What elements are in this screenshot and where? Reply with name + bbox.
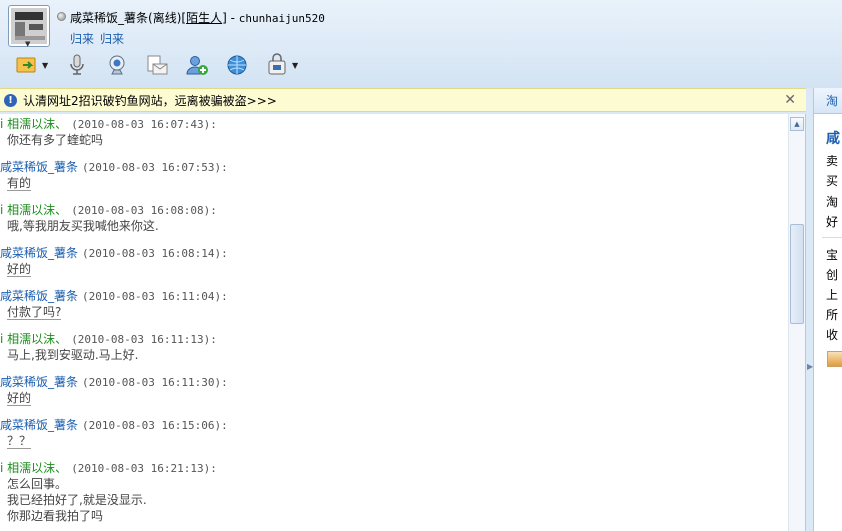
message-sender-prefix: ⅰ bbox=[0, 203, 4, 217]
offline-status-icon bbox=[57, 12, 66, 21]
message-text: 付款了吗? bbox=[7, 305, 62, 320]
side-panel-title: 咸 bbox=[826, 131, 840, 147]
email-icon bbox=[147, 55, 168, 75]
send-file-dropdown-icon[interactable]: ▼ bbox=[42, 61, 52, 70]
message-time: (2010-08-03 16:08:08): bbox=[71, 204, 217, 217]
side-info-line: 卖 bbox=[826, 154, 839, 168]
message-sender[interactable]: 相濡以沫、 bbox=[7, 332, 67, 346]
video-button[interactable] bbox=[104, 52, 130, 78]
message-sender[interactable]: 相濡以沫、 bbox=[7, 461, 67, 475]
side-info-line: 创 bbox=[826, 268, 839, 282]
panel-splitter[interactable]: ▶ bbox=[806, 114, 813, 531]
signature-link-1[interactable]: 归来 bbox=[70, 32, 94, 46]
message: ⅰ 相濡以沫、 (2010-08-03 16:08:08): 哦,等我朋友买我喊他… bbox=[0, 202, 780, 234]
contact-status: (离线) bbox=[148, 11, 182, 25]
message: ⅰ 相濡以沫、 (2010-08-03 16:07:43): 你还有多了蝰蛇吗 bbox=[0, 116, 780, 148]
warning-link[interactable]: 认清网址2招识破钓鱼网站，远离被骗被盗>>> bbox=[23, 92, 277, 109]
side-divider bbox=[822, 237, 842, 238]
scrollbar-thumb[interactable] bbox=[790, 224, 804, 324]
message-time: (2010-08-03 16:08:14): bbox=[82, 247, 228, 260]
scroll-up-arrow-icon[interactable]: ▲ bbox=[790, 117, 804, 131]
chat-history[interactable]: ⅰ 相濡以沫、 (2010-08-03 16:07:43): 你还有多了蝰蛇吗 咸… bbox=[0, 114, 806, 531]
message: 咸菜稀饭_薯条 (2010-08-03 16:11:30): 好的 bbox=[0, 374, 780, 406]
message-text: 我已经拍好了,就是没显示. bbox=[7, 493, 147, 507]
add-contact-icon bbox=[186, 56, 208, 75]
chat-scrollbar[interactable]: ▲ bbox=[788, 114, 805, 531]
message: 咸菜稀饭_薯条 (2010-08-03 16:15:06): ？？ bbox=[0, 417, 780, 449]
browser-button[interactable] bbox=[224, 52, 250, 78]
message: ⅰ 相濡以沫、 (2010-08-03 16:21:13): 怎么回事。 我已经拍… bbox=[0, 460, 780, 524]
signature-link-2[interactable]: 归来 bbox=[100, 32, 124, 46]
message-sender[interactable]: 相濡以沫、 bbox=[7, 203, 67, 217]
chat-header: ▼ 咸菜稀饭_薯条(离线)[陌生人] - chunhaijun520 归来 归来 … bbox=[0, 0, 842, 88]
stranger-link[interactable]: 陌生人 bbox=[186, 11, 222, 25]
message-time: (2010-08-03 16:15:06): bbox=[82, 419, 228, 432]
avatar-dropdown-icon[interactable]: ▼ bbox=[25, 40, 30, 48]
side-info-line: 买 bbox=[826, 174, 839, 188]
message-text: 怎么回事。 bbox=[7, 477, 68, 491]
message: 咸菜稀饭_薯条 (2010-08-03 16:07:53): 有的 bbox=[0, 159, 780, 191]
message-text: 马上,我到安驱动.马上好. bbox=[7, 348, 139, 362]
side-info-line: 淘 bbox=[826, 195, 839, 209]
message-sender-prefix: ⅰ bbox=[0, 461, 4, 475]
message-sender[interactable]: 咸菜稀饭_薯条 bbox=[0, 160, 78, 174]
info-icon: ! bbox=[4, 93, 17, 107]
message-sender[interactable]: 相濡以沫、 bbox=[7, 117, 67, 131]
message-time: (2010-08-03 16:11:30): bbox=[82, 376, 228, 389]
message-text: 你那边看我拍了吗 bbox=[7, 509, 104, 523]
send-file-icon bbox=[16, 57, 36, 73]
message-time: (2010-08-03 16:07:53): bbox=[82, 161, 228, 174]
security-warning-bar: ! 认清网址2招识破钓鱼网站，远离被骗被盗>>> ✕ bbox=[0, 88, 806, 112]
signature-links: 归来 归来 bbox=[70, 30, 130, 47]
side-info-line: 宝 bbox=[826, 248, 839, 262]
message-time: (2010-08-03 16:07:43): bbox=[71, 118, 217, 131]
title-separator: - bbox=[226, 11, 239, 25]
side-info-line: 好 bbox=[826, 215, 839, 229]
message: 咸菜稀饭_薯条 (2010-08-03 16:11:04): 付款了吗? bbox=[0, 288, 780, 320]
side-info-line: 收 bbox=[826, 328, 839, 342]
message: 咸菜稀饭_薯条 (2010-08-03 16:08:14): 好的 bbox=[0, 245, 780, 277]
message-sender[interactable]: 咸菜稀饭_薯条 bbox=[0, 375, 78, 389]
message-sender-prefix: ⅰ bbox=[0, 117, 4, 131]
contact-name[interactable]: 咸菜稀饭_薯条 bbox=[70, 11, 148, 25]
voice-button[interactable] bbox=[64, 52, 90, 78]
add-contact-button[interactable] bbox=[184, 52, 210, 78]
message-text: ？？ bbox=[7, 434, 32, 449]
message-sender[interactable]: 咸菜稀饭_薯条 bbox=[0, 289, 78, 303]
message-sender[interactable]: 咸菜稀饭_薯条 bbox=[0, 418, 78, 432]
webcam-icon bbox=[109, 55, 125, 75]
send-file-button[interactable] bbox=[14, 52, 40, 78]
mail-button[interactable] bbox=[144, 52, 170, 78]
message-text: 有的 bbox=[7, 176, 32, 191]
store-icon[interactable] bbox=[827, 351, 842, 367]
contact-title: 咸菜稀饭_薯条(离线)[陌生人] - chunhaijun520 bbox=[70, 11, 325, 25]
message-text: 好的 bbox=[7, 262, 32, 277]
side-panel: 淘 咸 卖 买 淘 好 宝 创 上 所 收 bbox=[813, 88, 842, 531]
message-sender[interactable]: 咸菜稀饭_薯条 bbox=[0, 246, 78, 260]
message-text: 你还有多了蝰蛇吗 bbox=[7, 133, 104, 147]
microphone-icon bbox=[70, 54, 84, 75]
shop-icon bbox=[268, 53, 286, 75]
account-id: chunhaijun520 bbox=[238, 12, 325, 25]
message-time: (2010-08-03 16:11:04): bbox=[82, 290, 228, 303]
message-sender-prefix: ⅰ bbox=[0, 332, 4, 346]
more-tools-dropdown-icon[interactable]: ▼ bbox=[292, 61, 302, 70]
message-time: (2010-08-03 16:21:13): bbox=[71, 462, 217, 475]
close-warning-icon[interactable]: ✕ bbox=[784, 92, 796, 108]
tab-taobao[interactable]: 淘 bbox=[814, 88, 842, 114]
avatar-image bbox=[11, 8, 47, 44]
shop-button[interactable] bbox=[264, 52, 290, 78]
message-time: (2010-08-03 16:11:13): bbox=[71, 333, 217, 346]
browser-icon bbox=[227, 55, 247, 75]
side-info-line: 所 bbox=[826, 308, 839, 322]
side-info-line: 上 bbox=[826, 288, 839, 302]
message: ⅰ 相濡以沫、 (2010-08-03 16:11:13): 马上,我到安驱动.马… bbox=[0, 331, 780, 363]
chat-toolbar: ▼ ▼ bbox=[14, 52, 314, 78]
message-text: 好的 bbox=[7, 391, 32, 406]
message-text: 哦,等我朋友买我喊他来你这. bbox=[7, 219, 159, 233]
